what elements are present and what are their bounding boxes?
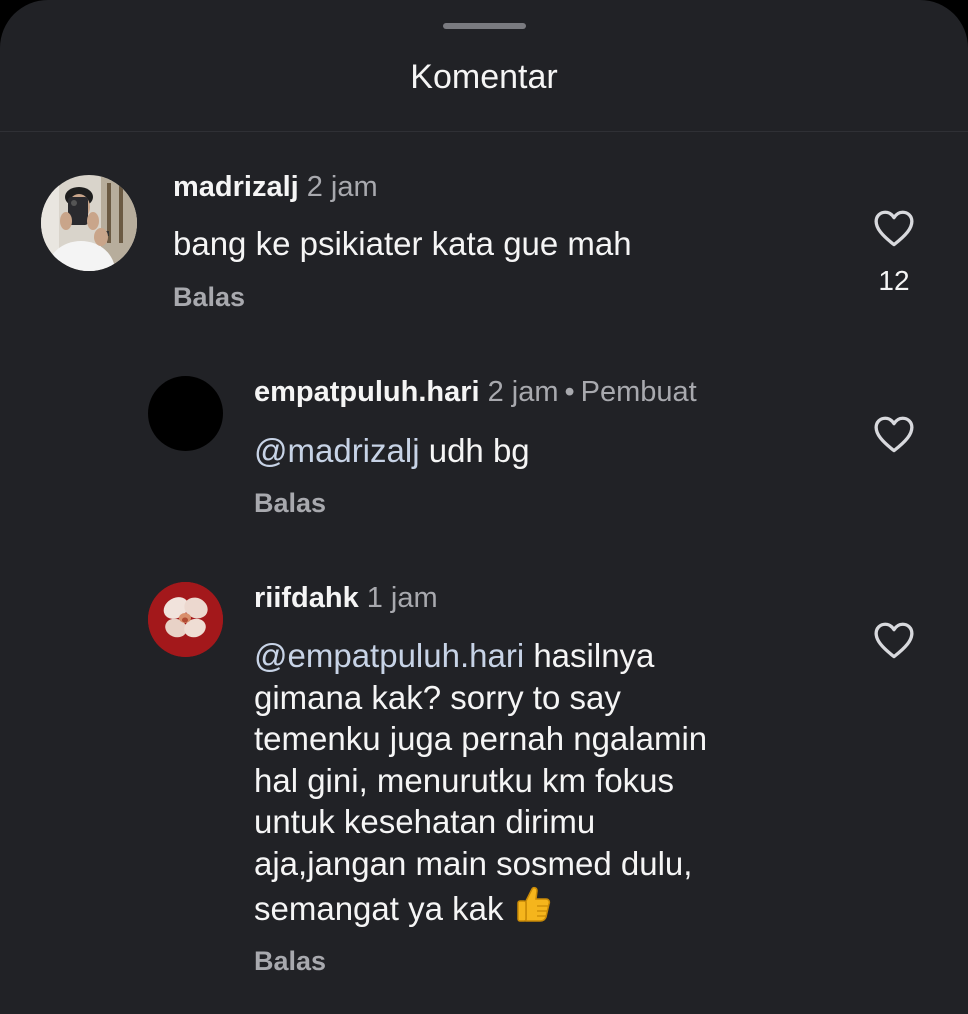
orchid-photo-icon — [148, 582, 223, 657]
sheet-title: Komentar — [410, 58, 558, 96]
thumbs-up-icon — [516, 886, 550, 922]
comment-text: @madrizalj udh bg — [254, 430, 530, 472]
comment-text: @empatpuluh.hari hasilnya gimana kak? so… — [254, 635, 854, 930]
heart-icon — [874, 416, 914, 453]
mention-link[interactable]: @empatpuluh.hari — [254, 637, 524, 674]
comment-text-line: temenku juga pernah ngalamin — [254, 720, 708, 757]
comment-text-content: udh bg — [419, 432, 530, 469]
reply-button[interactable]: Balas — [254, 946, 326, 977]
comment-username[interactable]: riifdahk — [254, 582, 359, 614]
avatar[interactable] — [148, 582, 223, 657]
comment-time: 2 jam — [487, 376, 559, 408]
comment-text-line: gimana kak? sorry to say — [254, 678, 621, 716]
reply-button[interactable]: Balas — [254, 488, 326, 519]
comment-username[interactable]: madrizalj — [173, 171, 299, 203]
comment-username[interactable]: empatpuluh.hari — [254, 376, 480, 408]
comment-text-line: semangat ya kak — [254, 890, 504, 927]
meta-separator: • — [564, 376, 575, 408]
like-button[interactable] — [873, 414, 917, 454]
like-button[interactable] — [873, 620, 917, 660]
comment-text-line: aja,jangan main sosmed dulu, — [254, 844, 693, 882]
mention-link[interactable]: @madrizalj — [254, 432, 420, 469]
comment-text: bang ke psikiater kata gue mah — [173, 223, 632, 265]
comment-text-line: hasilnya — [524, 637, 655, 674]
comment-time: 1 jam — [366, 582, 438, 614]
like-count: 12 — [878, 265, 910, 296]
comment-text-line: untuk kesehatan dirimu — [254, 803, 596, 840]
avatar[interactable] — [148, 376, 223, 451]
comment-time: 2 jam — [306, 171, 378, 203]
comment-text-content: bang ke psikiater kata gue mah — [173, 225, 632, 262]
avatar[interactable] — [41, 175, 137, 271]
reply-button[interactable]: Balas — [173, 282, 245, 313]
heart-icon — [874, 622, 914, 659]
creator-badge: Pembuat — [580, 376, 697, 408]
header-divider — [0, 131, 968, 132]
heart-icon — [874, 210, 914, 247]
comment-meta: madrizalj 2 jam — [173, 169, 378, 205]
comment-meta: riifdahk 1 jam — [254, 580, 438, 616]
comments-sheet: Komentar madrizalj 2 jam bang ke psikiat… — [0, 0, 968, 1014]
profile-photo-icon — [41, 175, 137, 271]
like-button[interactable] — [873, 208, 917, 248]
comment-meta: empatpuluh.hari 2 jam • Pembuat — [254, 374, 697, 410]
drag-handle[interactable] — [443, 23, 526, 29]
comment-text-line: hal gini, menurutku km fokus — [254, 761, 675, 799]
